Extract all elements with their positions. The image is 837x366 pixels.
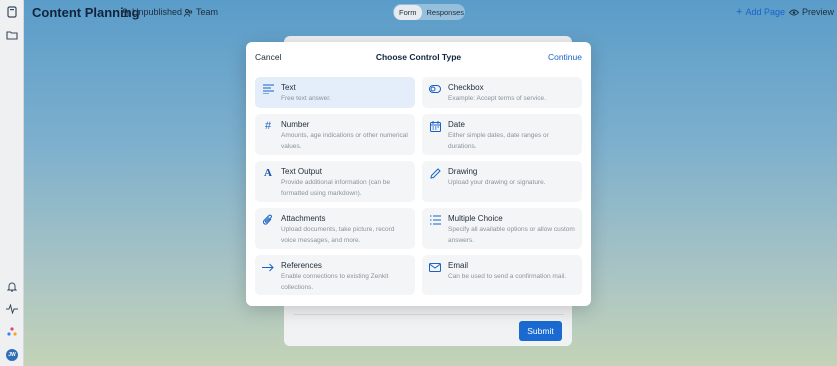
hash-icon: #	[264, 120, 272, 132]
option-title: Multiple Choice	[448, 214, 503, 223]
divider	[294, 314, 564, 315]
option-description: Either simple dates, date ranges or dura…	[448, 132, 549, 150]
option-title: Date	[448, 120, 465, 129]
option-description: Upload documents, take picture, record v…	[281, 226, 395, 244]
folder-icon[interactable]	[5, 28, 19, 42]
team-label: Team	[196, 7, 219, 17]
option-title: Text	[281, 83, 296, 92]
option-multiple-choice[interactable]: Multiple Choice Specify all available op…	[422, 208, 582, 249]
option-title: Checkbox	[448, 83, 484, 92]
option-text-output[interactable]: A Text Output Provide additional informa…	[255, 161, 415, 202]
submit-button[interactable]: Submit	[519, 321, 562, 341]
calendar-icon	[429, 120, 441, 132]
status-label: Unpublished	[132, 7, 183, 17]
option-drawing[interactable]: Drawing Upload your drawing or signature…	[422, 161, 582, 202]
option-checkbox[interactable]: Checkbox Example: Accept terms of servic…	[422, 77, 582, 108]
option-attachments[interactable]: Attachments Upload documents, take pictu…	[255, 208, 415, 249]
option-email[interactable]: Email Can be used to send a confirmation…	[422, 255, 582, 295]
plus-icon: +	[736, 5, 743, 18]
activity-icon[interactable]	[5, 302, 19, 316]
pencil-icon	[429, 167, 441, 179]
text-lines-icon	[262, 83, 274, 95]
app-logo-icon[interactable]	[5, 5, 19, 19]
option-title: References	[281, 261, 322, 270]
option-text[interactable]: Text Free text answer.	[255, 77, 415, 108]
continue-button[interactable]: Continue	[548, 52, 582, 62]
preview-button[interactable]: Preview	[789, 7, 834, 17]
view-switcher: Form Responses	[393, 4, 465, 20]
envelope-icon	[429, 261, 441, 273]
option-title: Text Output	[281, 167, 322, 176]
option-description: Example: Accept terms of service.	[448, 95, 546, 102]
team-share[interactable]: Team	[184, 7, 218, 17]
option-description: Free text answer.	[281, 95, 331, 102]
letter-a-icon: A	[264, 167, 272, 179]
arrow-right-icon	[262, 261, 274, 273]
list-icon	[429, 214, 441, 226]
dialog-title: Choose Control Type	[375, 52, 462, 62]
tab-form[interactable]: Form	[394, 4, 422, 20]
team-icon	[184, 8, 193, 17]
choose-control-type-dialog: Cancel Choose Control Type Continue Text…	[246, 42, 591, 306]
add-page-label: Add Page	[745, 7, 785, 17]
bell-icon[interactable]	[5, 279, 19, 293]
lock-icon	[121, 8, 129, 17]
option-title: Attachments	[281, 214, 326, 223]
option-title: Number	[281, 120, 310, 129]
option-description: Can be used to send a confirmation mail.	[448, 273, 567, 280]
add-page-button[interactable]: + Add Page	[736, 5, 785, 18]
option-description: Enable connections to existing Zenkit co…	[281, 273, 389, 291]
toggle-icon	[429, 83, 441, 95]
apps-icon[interactable]	[5, 325, 19, 339]
option-description: Provide additional information (can be f…	[281, 179, 391, 197]
paperclip-icon	[262, 214, 274, 226]
avatar[interactable]: JW	[6, 349, 18, 361]
publish-status[interactable]: Unpublished	[121, 7, 182, 17]
option-description: Upload your drawing or signature.	[448, 179, 546, 186]
sidebar: JW	[0, 0, 24, 366]
option-date[interactable]: Date Either simple dates, date ranges or…	[422, 114, 582, 155]
eye-icon	[789, 9, 799, 15]
submit-label: Submit	[527, 326, 554, 336]
option-description: Amounts, age indications or other numeri…	[281, 132, 408, 150]
option-description: Specify all available options or allow c…	[448, 226, 575, 244]
option-number[interactable]: # Number Amounts, age indications or oth…	[255, 114, 415, 155]
tab-responses[interactable]: Responses	[422, 5, 470, 20]
preview-label: Preview	[802, 7, 835, 17]
option-title: Drawing	[448, 167, 478, 176]
top-bar: Content Planning Unpublished Team Form R…	[24, 0, 837, 24]
option-title: Email	[448, 261, 469, 270]
option-references[interactable]: References Enable connections to existin…	[255, 255, 415, 295]
